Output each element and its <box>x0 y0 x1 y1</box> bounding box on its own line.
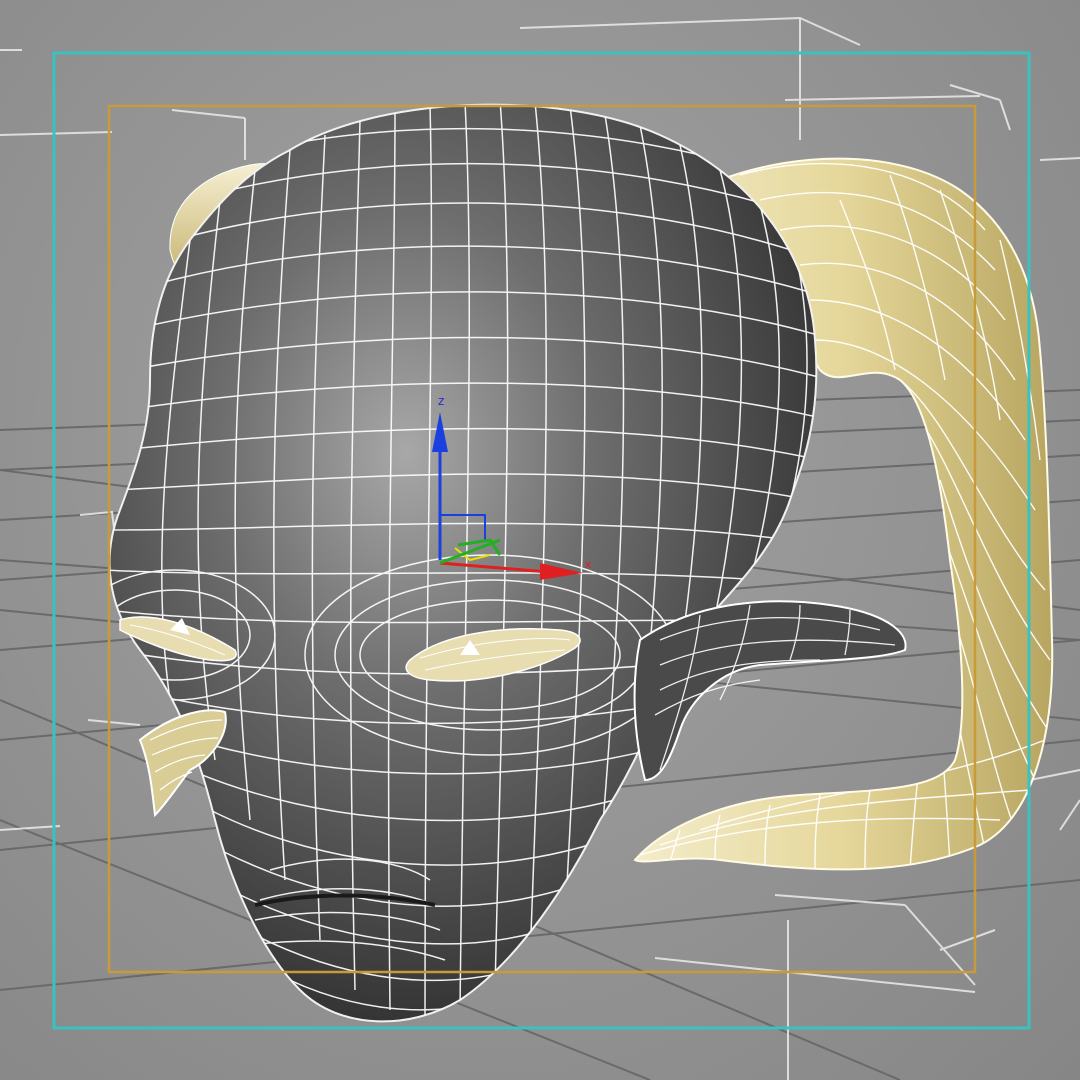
perspective-viewport[interactable]: z x <box>0 0 1080 1080</box>
x-axis-label: x <box>585 558 592 571</box>
ear <box>633 600 907 782</box>
scene-canvas[interactable]: z x <box>0 0 1080 1080</box>
z-axis-label: z <box>438 394 444 408</box>
